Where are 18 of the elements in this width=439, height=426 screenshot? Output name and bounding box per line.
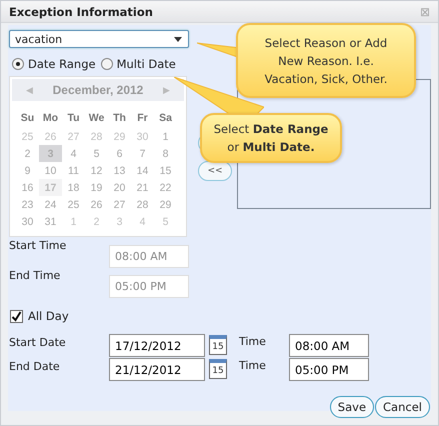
weekday-label: Sa: [158, 110, 173, 126]
month-title: December, 2012: [52, 83, 144, 97]
hint-tooltip: Select Date Range or Multi Date.: [200, 113, 342, 163]
weekday-label: We: [88, 110, 106, 126]
weekday-label: Tu: [66, 110, 81, 126]
date-label: End Date: [9, 360, 61, 373]
all-day-label: All Day: [28, 309, 69, 323]
time-label: Time: [239, 359, 267, 372]
weekday-label: Th: [112, 110, 127, 126]
weekday-label: Su: [20, 110, 36, 126]
weekday-label: Fr: [136, 110, 149, 126]
time-label: Time: [239, 335, 267, 348]
date-label: Start Date: [9, 336, 67, 349]
hint-tooltip: Select Reason or Add New Reason. I.e. Vacation, Sick, Other.: [236, 23, 416, 98]
time-label: End Time: [9, 269, 62, 282]
weekday-label: Mo: [42, 110, 60, 126]
time-label: Start Time: [9, 239, 68, 252]
window-title: Exception Information: [9, 4, 153, 18]
